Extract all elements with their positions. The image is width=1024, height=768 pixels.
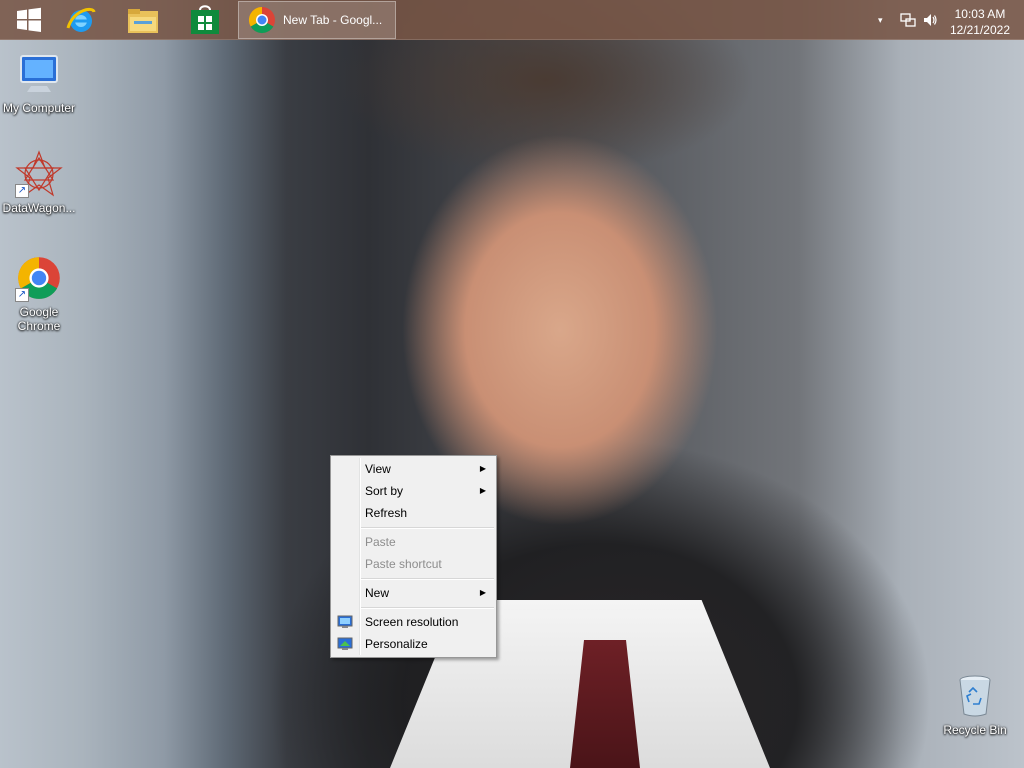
start-button[interactable] — [0, 0, 58, 40]
recycle-bin-icon — [959, 675, 991, 717]
menu-item-new[interactable]: New ▶ — [331, 582, 496, 604]
submenu-arrow-icon: ▶ — [479, 588, 486, 597]
screen-resolution-icon — [337, 615, 353, 628]
menu-item-label: Paste shortcut — [365, 557, 442, 571]
personalize-icon — [337, 637, 353, 650]
menu-item-label: View — [365, 462, 391, 476]
menu-separator — [331, 575, 496, 582]
desktop-icon-label: My Computer — [2, 101, 76, 115]
shortcut-arrow-icon: ↗ — [15, 288, 29, 302]
desktop-icon-recycle-bin[interactable]: Recycle Bin — [936, 672, 1014, 737]
menu-item-view[interactable]: View ▶ — [331, 458, 496, 480]
chevron-up-icon[interactable]: ▾ — [878, 15, 883, 26]
store-button[interactable] — [176, 0, 234, 40]
taskbar: New Tab - Googl... ▾ 10:03 AM 12/21/2022 — [0, 0, 1024, 40]
windows-logo-icon — [17, 7, 41, 32]
menu-item-sort-by[interactable]: Sort by ▶ — [331, 480, 496, 502]
volume-icon[interactable] — [922, 12, 938, 28]
desktop-context-menu: View ▶ Sort by ▶ Refresh Paste Paste sho… — [330, 455, 497, 658]
menu-item-personalize[interactable]: Personalize — [331, 633, 496, 655]
internet-explorer-button[interactable] — [52, 0, 110, 40]
desktop-icon-label: Recycle Bin — [943, 723, 1007, 737]
submenu-arrow-icon: ▶ — [479, 486, 486, 495]
menu-item-paste-shortcut: Paste shortcut — [331, 553, 496, 575]
desktop-icon-datawagon[interactable]: ↗ DataWagon... — [0, 150, 78, 215]
file-explorer-button[interactable] — [114, 0, 172, 40]
clock-time: 10:03 AM — [954, 7, 1006, 21]
menu-item-refresh[interactable]: Refresh — [331, 502, 496, 524]
desktop-icon-label: DataWagon... — [2, 201, 76, 215]
internet-explorer-icon — [66, 7, 96, 32]
chrome-icon — [248, 6, 275, 34]
menu-item-label: New — [365, 586, 390, 600]
computer-icon — [20, 55, 58, 92]
folder-icon — [128, 9, 158, 33]
clock[interactable]: 10:03 AM 12/21/2022 — [950, 6, 1010, 38]
menu-item-label: Paste — [365, 535, 396, 549]
chrome-taskbar-label: New Tab - Googl... — [283, 13, 383, 27]
menu-separator — [331, 604, 496, 611]
chrome-taskbar-button[interactable]: New Tab - Googl... — [238, 1, 396, 39]
menu-item-paste: Paste — [331, 531, 496, 553]
store-icon — [191, 5, 219, 34]
shortcut-arrow-icon: ↗ — [15, 184, 29, 198]
submenu-arrow-icon: ▶ — [479, 464, 486, 473]
desktop-icon-google-chrome[interactable]: ↗ Google Chrome — [0, 254, 78, 333]
desktop-icon-label: Google Chrome — [17, 305, 61, 333]
menu-item-label: Refresh — [365, 506, 408, 520]
menu-separator — [331, 524, 496, 531]
menu-item-label: Sort by — [365, 484, 404, 498]
system-tray: ▾ 10:03 AM 12/21/2022 — [864, 0, 1024, 40]
clock-date: 12/21/2022 — [949, 23, 1010, 37]
menu-item-label: Personalize — [365, 637, 428, 651]
menu-item-label: Screen resolution — [365, 615, 459, 629]
network-icon[interactable] — [900, 12, 916, 28]
menu-item-screen-resolution[interactable]: Screen resolution — [331, 611, 496, 633]
desktop-icon-my-computer[interactable]: My Computer — [0, 50, 78, 115]
